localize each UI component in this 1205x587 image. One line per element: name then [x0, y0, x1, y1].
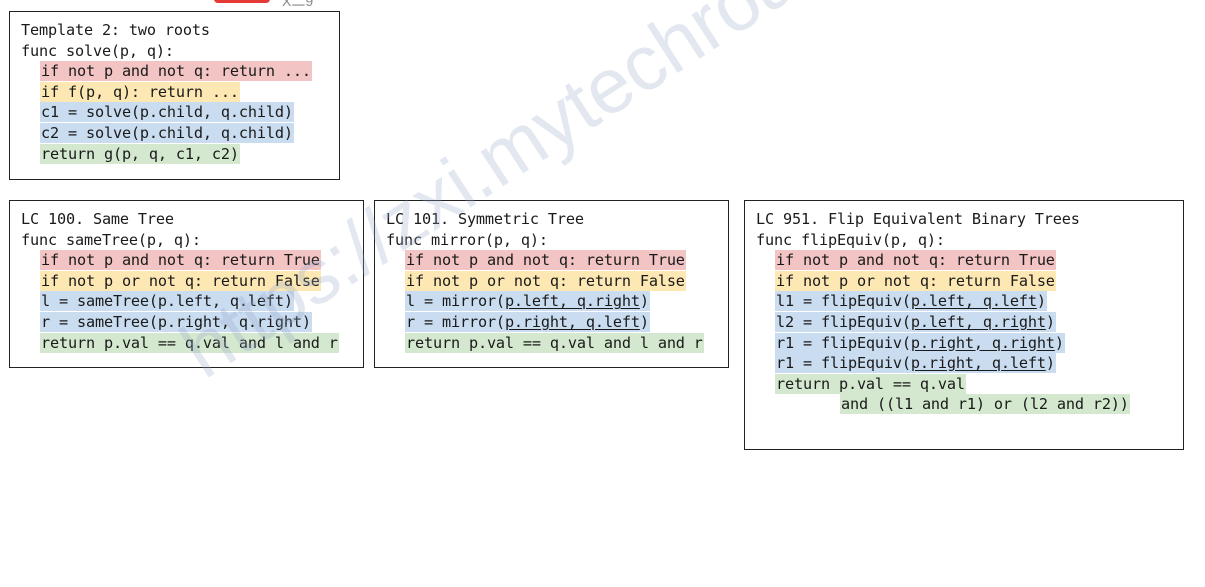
- flip-equiv-call-4: r1 = flipEquiv(p.right, q.left): [775, 353, 1056, 374]
- same-tree-line-5: return p.val == q.val and l and r: [40, 332, 339, 353]
- same-tree-line-1: if not p and not q: return True: [40, 250, 321, 271]
- top-red-badge: [214, 0, 270, 3]
- symmetric-r-args: p.right, q.left: [504, 312, 640, 331]
- symmetric-tree-box: LC 101. Symmetric Tree func mirror(p, q)…: [374, 200, 729, 368]
- flip-call-2-suffix: ): [1045, 312, 1055, 331]
- symmetric-tree-line-5: return p.val == q.val and l and r: [405, 332, 704, 353]
- flip-call-4-prefix: r1 = flipEquiv(: [776, 354, 911, 373]
- flip-call-1-suffix: ): [1036, 292, 1046, 311]
- same-tree-line-4: r = sameTree(p.right, q.right): [40, 311, 312, 332]
- flip-equiv-title: LC 951. Flip Equivalent Binary Trees: [756, 210, 1080, 228]
- flip-call-1-args: p.left, q.left: [910, 292, 1037, 311]
- flip-equiv-line-1: if not p and not q: return True: [775, 250, 1056, 271]
- symmetric-l-suffix: ): [639, 292, 649, 311]
- same-tree-line-3: l = sameTree(p.left, q.left): [40, 291, 294, 312]
- symmetric-tree-line-2: if not p or not q: return False: [405, 270, 686, 291]
- same-tree-line-2: if not p or not q: return False: [40, 270, 321, 291]
- template-line-1: if not p and not q: return ...: [40, 61, 312, 82]
- symmetric-tree-line-3: l = mirror(p.left, q.right): [405, 291, 650, 312]
- flip-equiv-call-1: l1 = flipEquiv(p.left, q.left): [775, 291, 1047, 312]
- symmetric-tree-signature: func mirror(p, q):: [386, 230, 548, 249]
- top-partial-text: X二9: [282, 0, 314, 9]
- flip-call-3-args: p.right, q.right: [910, 333, 1055, 352]
- flip-call-4-suffix: ): [1045, 354, 1055, 373]
- flip-equiv-return-1: return p.val == q.val: [775, 373, 966, 394]
- flip-call-1-prefix: l1 = flipEquiv(: [776, 292, 911, 311]
- template-line-3: c1 = solve(p.child, q.child): [40, 102, 294, 123]
- flip-call-4-args: p.right, q.left: [910, 354, 1046, 373]
- flip-equiv-line-2: if not p or not q: return False: [775, 270, 1056, 291]
- flip-call-2-args: p.left, q.right: [910, 312, 1046, 331]
- same-tree-signature: func sameTree(p, q):: [21, 230, 201, 249]
- template-line-4: c2 = solve(p.child, q.child): [40, 122, 294, 143]
- flip-call-2-prefix: l2 = flipEquiv(: [776, 312, 911, 331]
- symmetric-l-args: p.left, q.right: [504, 292, 640, 311]
- same-tree-box: LC 100. Same Tree func sameTree(p, q): i…: [9, 200, 364, 368]
- flip-call-3-prefix: r1 = flipEquiv(: [776, 333, 911, 352]
- symmetric-tree-title: LC 101. Symmetric Tree: [386, 210, 584, 228]
- symmetric-tree-line-1: if not p and not q: return True: [405, 250, 686, 271]
- template-line-2: if f(p, q): return ...: [40, 81, 240, 102]
- same-tree-title: LC 100. Same Tree: [21, 210, 174, 228]
- template-signature: func solve(p, q):: [21, 41, 174, 60]
- symmetric-l-prefix: l = mirror(: [406, 292, 505, 311]
- symmetric-r-suffix: ): [639, 312, 649, 331]
- flip-equiv-call-3: r1 = flipEquiv(p.right, q.right): [775, 332, 1065, 353]
- symmetric-r-prefix: r = mirror(: [406, 312, 505, 331]
- flip-equiv-call-2: l2 = flipEquiv(p.left, q.right): [775, 311, 1056, 332]
- template-box: Template 2: two roots func solve(p, q): …: [9, 11, 340, 180]
- flip-equiv-signature: func flipEquiv(p, q):: [756, 230, 945, 249]
- flip-equiv-box: LC 951. Flip Equivalent Binary Trees fun…: [744, 200, 1184, 450]
- flip-equiv-return-2: and ((l1 and r1) or (l2 and r2)): [840, 394, 1130, 415]
- symmetric-tree-line-4: r = mirror(p.right, q.left): [405, 311, 650, 332]
- template-line-5: return g(p, q, c1, c2): [40, 143, 240, 164]
- template-title: Template 2: two roots: [21, 21, 210, 39]
- flip-call-3-suffix: ): [1054, 333, 1064, 352]
